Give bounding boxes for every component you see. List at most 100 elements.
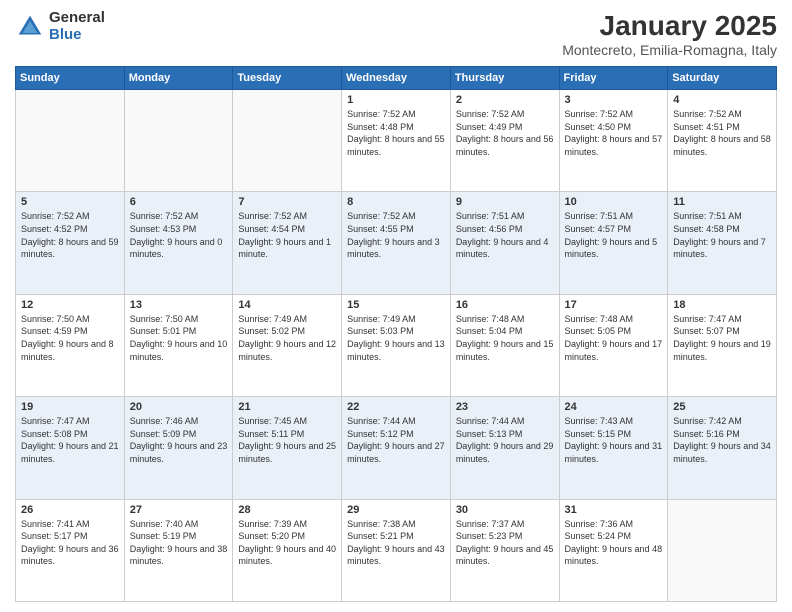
calendar-cell: 13Sunrise: 7:50 AM Sunset: 5:01 PM Dayli… bbox=[124, 294, 233, 396]
day-number: 23 bbox=[456, 401, 554, 413]
logo: General Blue bbox=[15, 10, 105, 43]
day-info: Sunrise: 7:44 AM Sunset: 5:13 PM Dayligh… bbox=[456, 415, 554, 465]
day-number: 10 bbox=[565, 196, 663, 208]
weekday-header: Thursday bbox=[450, 67, 559, 90]
day-info: Sunrise: 7:41 AM Sunset: 5:17 PM Dayligh… bbox=[21, 518, 119, 568]
calendar-cell bbox=[16, 90, 125, 192]
calendar-cell bbox=[233, 90, 342, 192]
weekday-header: Wednesday bbox=[342, 67, 451, 90]
day-number: 27 bbox=[130, 504, 228, 516]
calendar-cell: 21Sunrise: 7:45 AM Sunset: 5:11 PM Dayli… bbox=[233, 397, 342, 499]
page: General Blue January 2025 Montecreto, Em… bbox=[0, 0, 792, 612]
calendar-cell: 2Sunrise: 7:52 AM Sunset: 4:49 PM Daylig… bbox=[450, 90, 559, 192]
calendar-cell: 30 Sunrise: 7:37 AM Sunset: 5:23 PM Dayli… bbox=[450, 499, 559, 601]
day-info: Sunrise: 7:40 AM Sunset: 5:19 PM Dayligh… bbox=[130, 518, 228, 568]
day-info: Sunrise: 7:47 AM Sunset: 5:08 PM Dayligh… bbox=[21, 415, 119, 465]
calendar-week-row: 26 Sunrise: 7:41 AM Sunset: 5:17 PM Dayli… bbox=[16, 499, 777, 601]
calendar-cell: 26 Sunrise: 7:41 AM Sunset: 5:17 PM Dayli… bbox=[16, 499, 125, 601]
day-info: Sunrise: 7:52 AM Sunset: 4:51 PM Dayligh… bbox=[673, 108, 771, 158]
weekday-header: Monday bbox=[124, 67, 233, 90]
day-number: 3 bbox=[565, 94, 663, 106]
day-number: 22 bbox=[347, 401, 445, 413]
calendar-cell: 23 Sunrise: 7:44 AM Sunset: 5:13 PM Dayli… bbox=[450, 397, 559, 499]
header: General Blue January 2025 Montecreto, Em… bbox=[15, 10, 777, 58]
weekday-header: Saturday bbox=[668, 67, 777, 90]
calendar-cell: 1 Sunrise: 7:52 AM Sunset: 4:48 PM Daylig… bbox=[342, 90, 451, 192]
day-info: Sunrise: 7:45 AM Sunset: 5:11 PM Dayligh… bbox=[238, 415, 336, 465]
logo-icon bbox=[15, 12, 45, 42]
calendar-cell bbox=[124, 90, 233, 192]
day-number: 30 bbox=[456, 504, 554, 516]
calendar-cell: 10 Sunrise: 7:51 AM Sunset: 4:57 PM Dayli… bbox=[559, 192, 668, 294]
day-info: Sunrise: 7:36 AM Sunset: 5:24 PM Dayligh… bbox=[565, 518, 663, 568]
day-number: 1 bbox=[347, 94, 445, 106]
day-info: Sunrise: 7:52 AM Sunset: 4:55 PM Dayligh… bbox=[347, 210, 445, 260]
calendar-cell: 8Sunrise: 7:52 AM Sunset: 4:55 PM Daylig… bbox=[342, 192, 451, 294]
calendar-cell: 4 Sunrise: 7:52 AM Sunset: 4:51 PM Daylig… bbox=[668, 90, 777, 192]
day-number: 18 bbox=[673, 299, 771, 311]
day-number: 9 bbox=[456, 196, 554, 208]
calendar-cell: 22Sunrise: 7:44 AM Sunset: 5:12 PM Dayli… bbox=[342, 397, 451, 499]
calendar-week-row: 5 Sunrise: 7:52 AM Sunset: 4:52 PM Daylig… bbox=[16, 192, 777, 294]
day-number: 15 bbox=[347, 299, 445, 311]
day-info: Sunrise: 7:38 AM Sunset: 5:21 PM Dayligh… bbox=[347, 518, 445, 568]
day-number: 12 bbox=[21, 299, 119, 311]
day-number: 28 bbox=[238, 504, 336, 516]
day-number: 4 bbox=[673, 94, 771, 106]
calendar-cell: 9 Sunrise: 7:51 AM Sunset: 4:56 PM Daylig… bbox=[450, 192, 559, 294]
day-number: 5 bbox=[21, 196, 119, 208]
calendar-cell bbox=[668, 499, 777, 601]
day-info: Sunrise: 7:50 AM Sunset: 5:01 PM Dayligh… bbox=[130, 313, 228, 363]
day-info: Sunrise: 7:51 AM Sunset: 4:57 PM Dayligh… bbox=[565, 210, 663, 260]
day-info: Sunrise: 7:47 AM Sunset: 5:07 PM Dayligh… bbox=[673, 313, 771, 363]
calendar-cell: 24Sunrise: 7:43 AM Sunset: 5:15 PM Dayli… bbox=[559, 397, 668, 499]
day-number: 29 bbox=[347, 504, 445, 516]
day-number: 19 bbox=[21, 401, 119, 413]
day-info: Sunrise: 7:52 AM Sunset: 4:53 PM Dayligh… bbox=[130, 210, 228, 260]
day-info: Sunrise: 7:51 AM Sunset: 4:56 PM Dayligh… bbox=[456, 210, 554, 260]
day-info: Sunrise: 7:52 AM Sunset: 4:54 PM Dayligh… bbox=[238, 210, 336, 260]
day-info: Sunrise: 7:42 AM Sunset: 5:16 PM Dayligh… bbox=[673, 415, 771, 465]
day-number: 17 bbox=[565, 299, 663, 311]
weekday-header-row: SundayMondayTuesdayWednesdayThursdayFrid… bbox=[16, 67, 777, 90]
day-info: Sunrise: 7:48 AM Sunset: 5:05 PM Dayligh… bbox=[565, 313, 663, 363]
day-info: Sunrise: 7:37 AM Sunset: 5:23 PM Dayligh… bbox=[456, 518, 554, 568]
calendar-cell: 20 Sunrise: 7:46 AM Sunset: 5:09 PM Dayli… bbox=[124, 397, 233, 499]
logo-text: General Blue bbox=[49, 10, 105, 43]
day-number: 20 bbox=[130, 401, 228, 413]
title-block: January 2025 Montecreto, Emilia-Romagna,… bbox=[562, 10, 777, 58]
calendar-week-row: 19 Sunrise: 7:47 AM Sunset: 5:08 PM Dayli… bbox=[16, 397, 777, 499]
calendar-cell: 5 Sunrise: 7:52 AM Sunset: 4:52 PM Daylig… bbox=[16, 192, 125, 294]
day-info: Sunrise: 7:49 AM Sunset: 5:03 PM Dayligh… bbox=[347, 313, 445, 363]
day-info: Sunrise: 7:49 AM Sunset: 5:02 PM Dayligh… bbox=[238, 313, 336, 363]
calendar-cell: 6 Sunrise: 7:52 AM Sunset: 4:53 PM Daylig… bbox=[124, 192, 233, 294]
day-number: 25 bbox=[673, 401, 771, 413]
calendar-cell: 19 Sunrise: 7:47 AM Sunset: 5:08 PM Dayli… bbox=[16, 397, 125, 499]
logo-blue: Blue bbox=[49, 27, 105, 44]
calendar-cell: 18 Sunrise: 7:47 AM Sunset: 5:07 PM Dayli… bbox=[668, 294, 777, 396]
day-info: Sunrise: 7:51 AM Sunset: 4:58 PM Dayligh… bbox=[673, 210, 771, 260]
day-number: 11 bbox=[673, 196, 771, 208]
calendar-cell: 29 Sunrise: 7:38 AM Sunset: 5:21 PM Dayli… bbox=[342, 499, 451, 601]
calendar-cell: 17 Sunrise: 7:48 AM Sunset: 5:05 PM Dayli… bbox=[559, 294, 668, 396]
calendar-cell: 16Sunrise: 7:48 AM Sunset: 5:04 PM Dayli… bbox=[450, 294, 559, 396]
calendar-cell: 7Sunrise: 7:52 AM Sunset: 4:54 PM Daylig… bbox=[233, 192, 342, 294]
day-number: 26 bbox=[21, 504, 119, 516]
day-info: Sunrise: 7:52 AM Sunset: 4:48 PM Dayligh… bbox=[347, 108, 445, 158]
day-number: 16 bbox=[456, 299, 554, 311]
day-info: Sunrise: 7:52 AM Sunset: 4:49 PM Dayligh… bbox=[456, 108, 554, 158]
calendar-cell: 14Sunrise: 7:49 AM Sunset: 5:02 PM Dayli… bbox=[233, 294, 342, 396]
day-number: 31 bbox=[565, 504, 663, 516]
subtitle: Montecreto, Emilia-Romagna, Italy bbox=[562, 42, 777, 58]
weekday-header: Sunday bbox=[16, 67, 125, 90]
calendar-cell: 15 Sunrise: 7:49 AM Sunset: 5:03 PM Dayli… bbox=[342, 294, 451, 396]
day-info: Sunrise: 7:50 AM Sunset: 4:59 PM Dayligh… bbox=[21, 313, 119, 363]
calendar-week-row: 1 Sunrise: 7:52 AM Sunset: 4:48 PM Daylig… bbox=[16, 90, 777, 192]
day-info: Sunrise: 7:52 AM Sunset: 4:52 PM Dayligh… bbox=[21, 210, 119, 260]
calendar-cell: 11 Sunrise: 7:51 AM Sunset: 4:58 PM Dayli… bbox=[668, 192, 777, 294]
day-number: 6 bbox=[130, 196, 228, 208]
weekday-header: Friday bbox=[559, 67, 668, 90]
day-info: Sunrise: 7:39 AM Sunset: 5:20 PM Dayligh… bbox=[238, 518, 336, 568]
calendar-cell: 12 Sunrise: 7:50 AM Sunset: 4:59 PM Dayli… bbox=[16, 294, 125, 396]
day-info: Sunrise: 7:46 AM Sunset: 5:09 PM Dayligh… bbox=[130, 415, 228, 465]
